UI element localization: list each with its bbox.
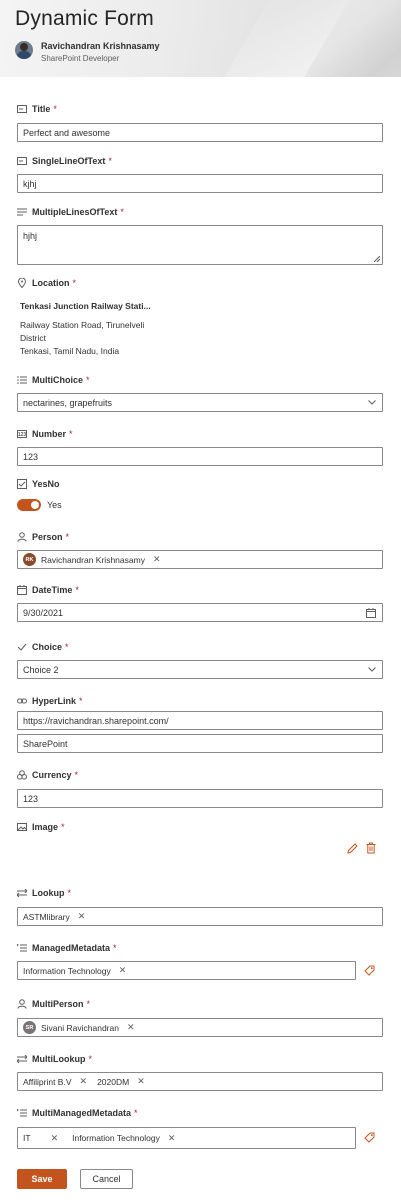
person-picker[interactable]: RK Ravichandran Krishnasamy ✕ — [17, 550, 383, 569]
lookup-arrows-icon — [17, 888, 27, 898]
title-label: Title * — [17, 104, 57, 114]
singlelineoftext-label: SingleLineOfText * — [17, 156, 112, 166]
taxonomy-icon — [17, 1108, 27, 1118]
number-label: 123 Number * — [17, 429, 73, 439]
person-icon — [17, 532, 27, 542]
title-input[interactable]: Perfect and awesome — [17, 123, 383, 142]
multimanagedmetadata-label: MultiManagedMetadata * — [17, 1108, 138, 1118]
yesno-toggle[interactable] — [17, 499, 41, 511]
location-pin-icon — [17, 278, 27, 288]
number-icon: 123 — [17, 429, 27, 439]
yesno-label: YesNo — [17, 479, 60, 489]
choice-label: Choice * — [17, 642, 69, 652]
multimanagedmetadata-picker[interactable]: IT ✕ Information Technology ✕ — [17, 1127, 356, 1149]
avatar: SR — [23, 1021, 36, 1034]
hyperlink-url-input[interactable]: https://ravichandran.sharepoint.com/ — [17, 711, 383, 730]
location-address-line: Railway Station Road, Tirunelveli — [20, 320, 145, 330]
close-icon[interactable]: ✕ — [51, 1133, 59, 1144]
multiperson-label: MultiPerson * — [17, 999, 90, 1009]
avatar — [15, 41, 33, 59]
lookup-arrows-icon — [17, 1054, 27, 1064]
multilookup-label: MultiLookup * — [17, 1054, 92, 1064]
term-chip[interactable]: IT ✕ — [23, 1133, 58, 1144]
location-name[interactable]: Tenkasi Junction Railway Stati... — [20, 301, 151, 311]
currency-input[interactable]: 123 — [17, 789, 383, 808]
save-button[interactable]: Save — [17, 1169, 67, 1189]
location-address-line: Tenkasi, Tamil Nadu, India — [20, 346, 120, 356]
currency-icon — [17, 770, 27, 780]
lookup-label: Lookup * — [17, 888, 71, 898]
multiplelinesoftext-textarea[interactable]: hjhj — [17, 225, 383, 265]
person-chip[interactable]: RK Ravichandran Krishnasamy ✕ — [23, 553, 161, 566]
datetime-label: DateTime * — [17, 585, 79, 595]
hyperlink-label: HyperLink * — [17, 696, 83, 706]
text-field-icon — [17, 156, 27, 166]
location-label: Location * — [17, 278, 76, 288]
managedmetadata-label: ManagedMetadata * — [17, 943, 117, 953]
link-icon — [17, 696, 27, 706]
lookup-chip[interactable]: 2020DM ✕ — [97, 1076, 145, 1087]
multiline-text-icon — [17, 207, 27, 217]
singlelineoftext-input[interactable]: kjhj — [17, 174, 383, 193]
chevron-down-icon — [368, 400, 376, 405]
yesno-toggle-text: Yes — [47, 500, 62, 510]
term-chip[interactable]: Information Technology ✕ — [23, 965, 126, 976]
image-label: Image * — [17, 822, 65, 832]
list-icon — [17, 375, 27, 385]
checkmark-icon — [17, 642, 27, 652]
close-icon[interactable]: ✕ — [168, 1133, 176, 1144]
lookup-picker[interactable]: ASTMlibrary ✕ — [17, 907, 383, 926]
image-icon — [17, 822, 27, 832]
close-icon[interactable]: ✕ — [127, 1022, 135, 1033]
svg-text:123: 123 — [18, 432, 27, 438]
lookup-chip[interactable]: Affiliprint B.V ✕ — [23, 1076, 87, 1087]
author-name: Ravichandran Krishnasamy — [41, 41, 160, 51]
hyperlink-text-input[interactable]: SharePoint — [17, 734, 383, 753]
multiperson-picker[interactable]: SR Sivani Ravichandran ✕ — [17, 1018, 383, 1037]
number-input[interactable]: 123 — [17, 447, 383, 466]
tag-picker-icon[interactable] — [364, 965, 375, 976]
close-icon[interactable]: ✕ — [78, 911, 86, 922]
datetime-input[interactable]: 9/30/2021 — [17, 603, 383, 622]
term-chip[interactable]: Information Technology ✕ — [72, 1133, 175, 1144]
close-icon[interactable]: ✕ — [119, 965, 127, 976]
person-label: Person * — [17, 532, 69, 542]
person-chip[interactable]: SR Sivani Ravichandran ✕ — [23, 1021, 135, 1034]
choice-dropdown[interactable]: Choice 2 — [17, 660, 383, 679]
calendar-icon[interactable] — [366, 608, 376, 618]
managedmetadata-picker[interactable]: Information Technology ✕ — [17, 961, 356, 980]
person-icon — [17, 999, 27, 1009]
checkbox-icon — [17, 479, 27, 489]
edit-icon[interactable] — [347, 843, 358, 854]
currency-label: Currency * — [17, 770, 78, 780]
text-field-icon — [17, 104, 27, 114]
close-icon[interactable]: ✕ — [153, 554, 161, 565]
resize-handle-icon[interactable] — [374, 256, 380, 262]
taxonomy-icon — [17, 943, 27, 953]
close-icon[interactable]: ✕ — [137, 1076, 145, 1087]
calendar-icon — [17, 585, 27, 595]
page-header: Dynamic Form Ravichandran Krishnasamy Sh… — [0, 0, 401, 77]
multiplelinesoftext-label: MultipleLinesOfText * — [17, 207, 124, 217]
location-address-line: District — [20, 333, 46, 343]
tag-picker-icon[interactable] — [364, 1132, 375, 1143]
avatar: RK — [23, 553, 36, 566]
multichoice-dropdown[interactable]: nectarines, grapefruits — [17, 393, 383, 412]
delete-icon[interactable] — [366, 842, 376, 854]
cancel-button[interactable]: Cancel — [80, 1169, 133, 1189]
lookup-chip[interactable]: ASTMlibrary ✕ — [23, 911, 85, 922]
author-role: SharePoint Developer — [41, 54, 120, 63]
multichoice-label: MultiChoice * — [17, 375, 90, 385]
page-title: Dynamic Form — [15, 7, 154, 30]
chevron-down-icon — [368, 667, 376, 672]
multilookup-picker[interactable]: Affiliprint B.V ✕ 2020DM ✕ — [17, 1072, 383, 1091]
close-icon[interactable]: ✕ — [80, 1076, 88, 1087]
